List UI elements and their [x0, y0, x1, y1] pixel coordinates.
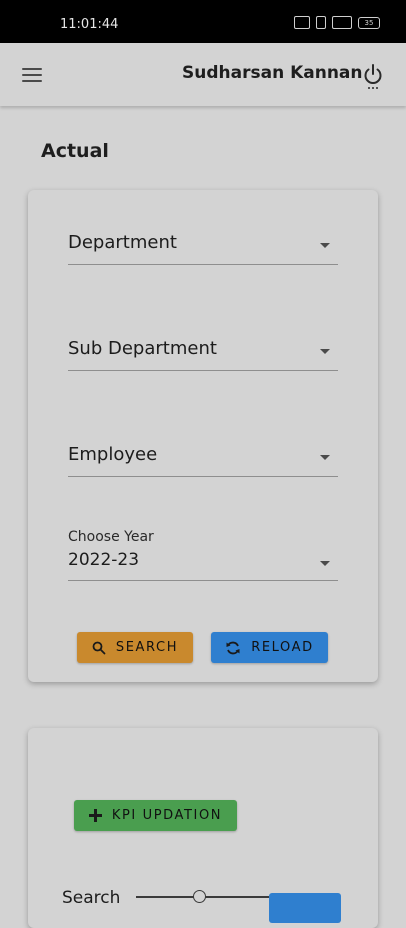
- dropdown-arrow-icon: [320, 561, 330, 566]
- kpi-updation-button[interactable]: KPI UPDATION: [74, 800, 237, 831]
- plus-icon: [88, 809, 102, 822]
- search-button[interactable]: SEARCH: [77, 632, 193, 663]
- sub-department-select-value: Sub Department: [68, 338, 217, 359]
- status-bar: 11:01:44 35: [0, 0, 406, 43]
- department-select-value: Department: [68, 232, 177, 253]
- search-icon: [92, 641, 106, 654]
- status-time: 11:01:44: [60, 17, 119, 32]
- user-name: Sudharsan Kannan: [182, 63, 363, 83]
- filter-card: Department Sub Department Employee Choos…: [28, 190, 378, 682]
- department-select[interactable]: Department: [68, 222, 338, 265]
- data-speed-icon: [294, 16, 310, 29]
- signal-icon: [332, 16, 352, 29]
- search-button-label: SEARCH: [115, 640, 179, 655]
- employee-select[interactable]: Employee: [68, 434, 338, 477]
- power-icon[interactable]: [362, 63, 384, 91]
- search-label: Search: [62, 888, 121, 908]
- search-field-handle[interactable]: [193, 890, 206, 903]
- kpi-updation-button-label: KPI UPDATION: [111, 808, 223, 823]
- app-bar: Sudharsan Kannan: [0, 43, 406, 106]
- results-card: KPI UPDATION Search: [28, 728, 378, 928]
- hamburger-menu-icon[interactable]: [22, 68, 42, 82]
- sub-department-select[interactable]: Sub Department: [68, 328, 338, 371]
- dropdown-arrow-icon: [320, 455, 330, 460]
- year-select-label: Choose Year: [68, 529, 154, 545]
- status-icons: 35: [294, 16, 380, 29]
- dropdown-arrow-icon: [320, 243, 330, 248]
- dropdown-arrow-icon: [320, 349, 330, 354]
- year-select[interactable]: Choose Year 2022-23: [68, 526, 338, 581]
- year-select-value: 2022-23: [68, 550, 140, 570]
- volte-icon: [316, 16, 326, 29]
- search-go-button[interactable]: [269, 893, 341, 923]
- reload-icon: [226, 641, 240, 654]
- page-title: Actual: [41, 140, 109, 162]
- reload-button[interactable]: RELOAD: [211, 632, 328, 663]
- battery-icon: 35: [358, 16, 380, 29]
- employee-select-value: Employee: [68, 444, 158, 465]
- reload-button-label: RELOAD: [251, 640, 314, 655]
